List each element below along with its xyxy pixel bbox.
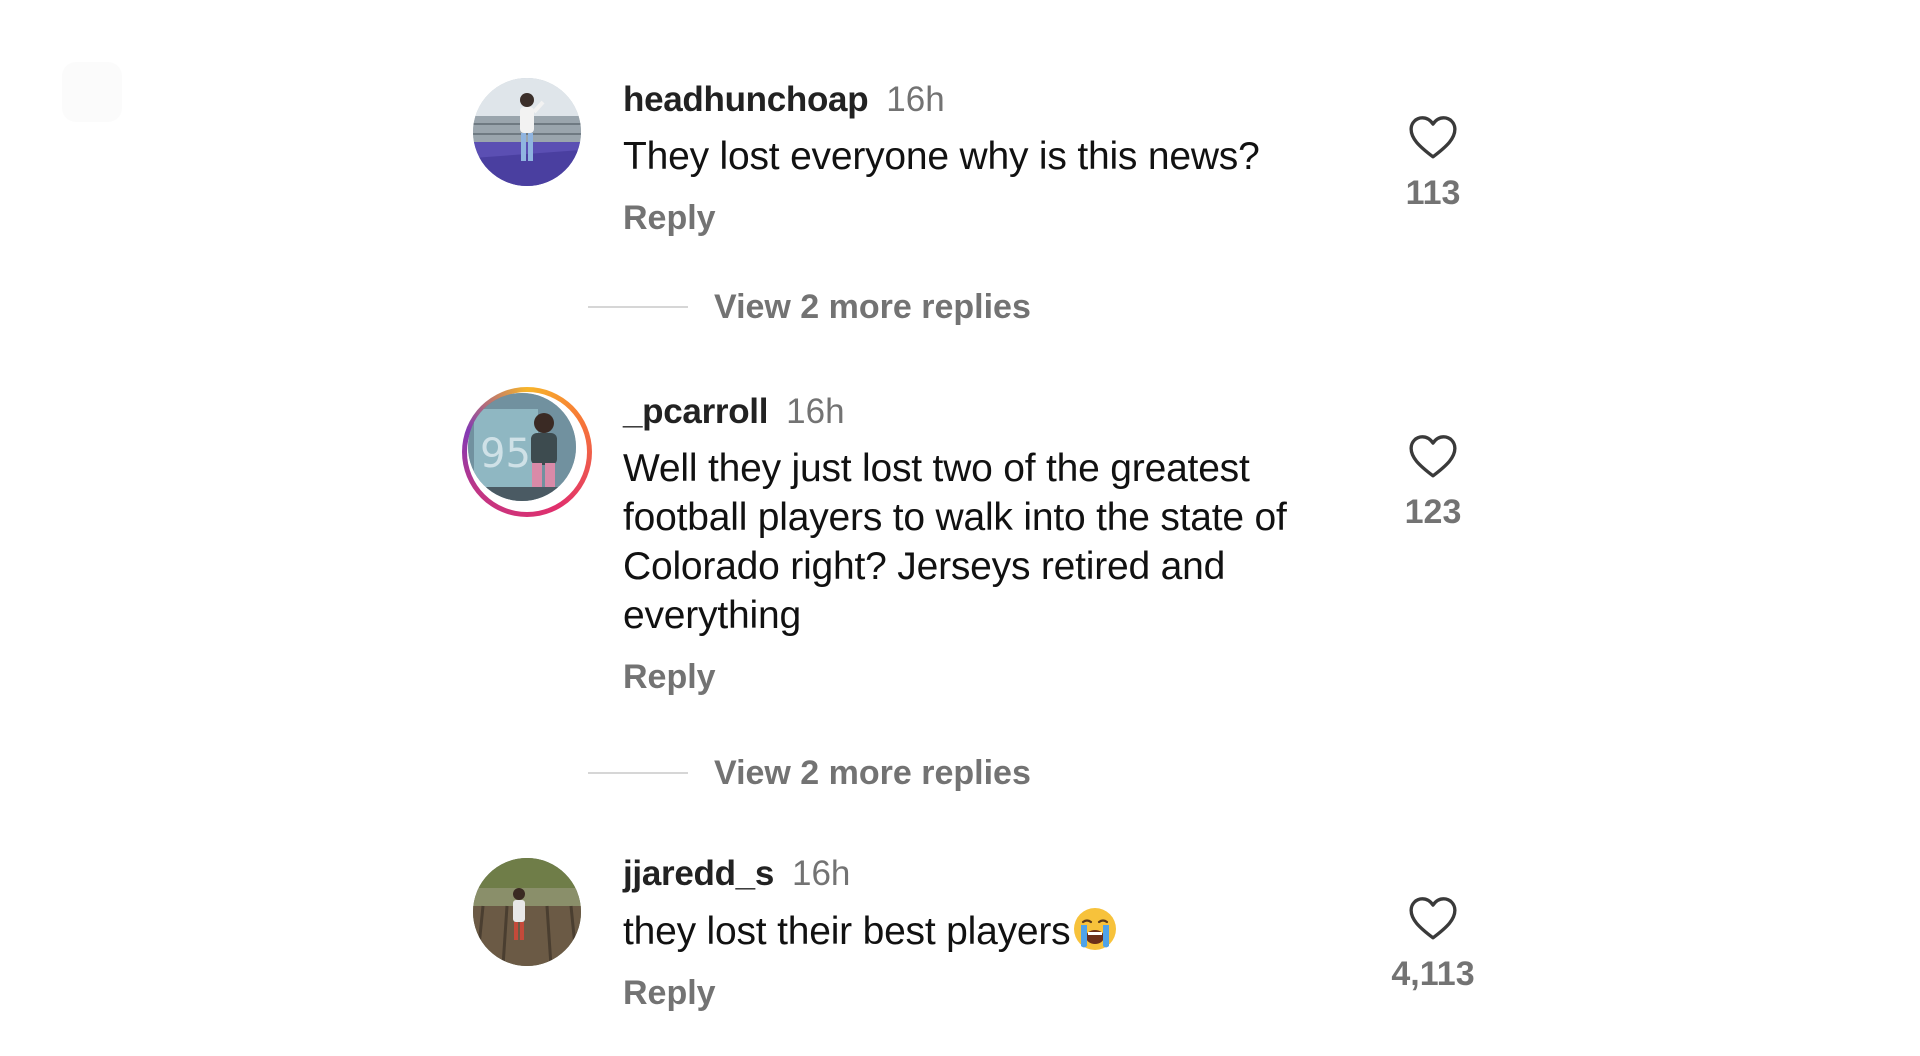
avatar[interactable] [473, 858, 581, 966]
view-more-replies-label: View 2 more replies [714, 754, 1031, 792]
reply-button[interactable]: Reply [623, 199, 716, 238]
comment-text: They lost everyone why is this news? [623, 135, 1260, 178]
heart-icon[interactable] [1408, 433, 1458, 479]
avatar[interactable] [473, 78, 581, 186]
like-section: 113 [1373, 114, 1493, 213]
comment-body: headhunchoap 16h They lost everyone why i… [623, 78, 1343, 238]
svg-text:95: 95 [480, 431, 531, 477]
like-count: 123 [1404, 493, 1462, 531]
like-count: 4,113 [1391, 955, 1475, 993]
comment-header: headhunchoap 16h [623, 78, 1343, 122]
avatar-photo-icon [473, 78, 581, 186]
timestamp: 16h [792, 854, 851, 893]
timestamp: 16h [886, 80, 945, 119]
comment-header: _pcarroll 16h [623, 390, 1343, 434]
like-count: 113 [1405, 174, 1461, 212]
username[interactable]: _pcarroll [623, 392, 768, 431]
username[interactable]: jjaredd_s [623, 854, 774, 893]
story-ring[interactable]: 95 [462, 387, 592, 517]
comment-text: they lost their best players [623, 906, 1343, 956]
heart-icon[interactable] [1408, 114, 1458, 160]
like-section: 123 [1373, 433, 1493, 532]
faint-watermark [62, 62, 122, 122]
divider-line [588, 306, 688, 308]
comment-header: jjaredd_s 16h [623, 852, 1343, 896]
avatar: 95 [468, 393, 576, 501]
view-more-replies-label: View 2 more replies [714, 288, 1031, 326]
avatar-photo-icon [473, 858, 581, 966]
loudly-crying-face-icon [1072, 906, 1118, 952]
reply-button[interactable]: Reply [623, 658, 716, 697]
comments-panel: headhunchoap 16h They lost everyone why i… [0, 0, 1920, 1056]
comment-text: Well they just lost two of the greatest … [623, 447, 1287, 637]
comment-text-content: they lost their best players [623, 910, 1071, 953]
view-more-replies[interactable]: View 2 more replies [588, 285, 1031, 329]
divider-line [588, 772, 688, 774]
timestamp: 16h [786, 392, 845, 431]
reply-button[interactable]: Reply [623, 974, 716, 1013]
comment-body: jjaredd_s 16h they lost their best player… [623, 852, 1343, 1013]
username[interactable]: headhunchoap [623, 80, 869, 119]
view-more-replies[interactable]: View 2 more replies [588, 751, 1031, 795]
heart-icon[interactable] [1408, 895, 1458, 941]
avatar-photo-icon: 95 [468, 393, 576, 501]
like-section: 4,113 [1373, 895, 1493, 994]
comment-body: _pcarroll 16h Well they just lost two of … [623, 390, 1343, 697]
